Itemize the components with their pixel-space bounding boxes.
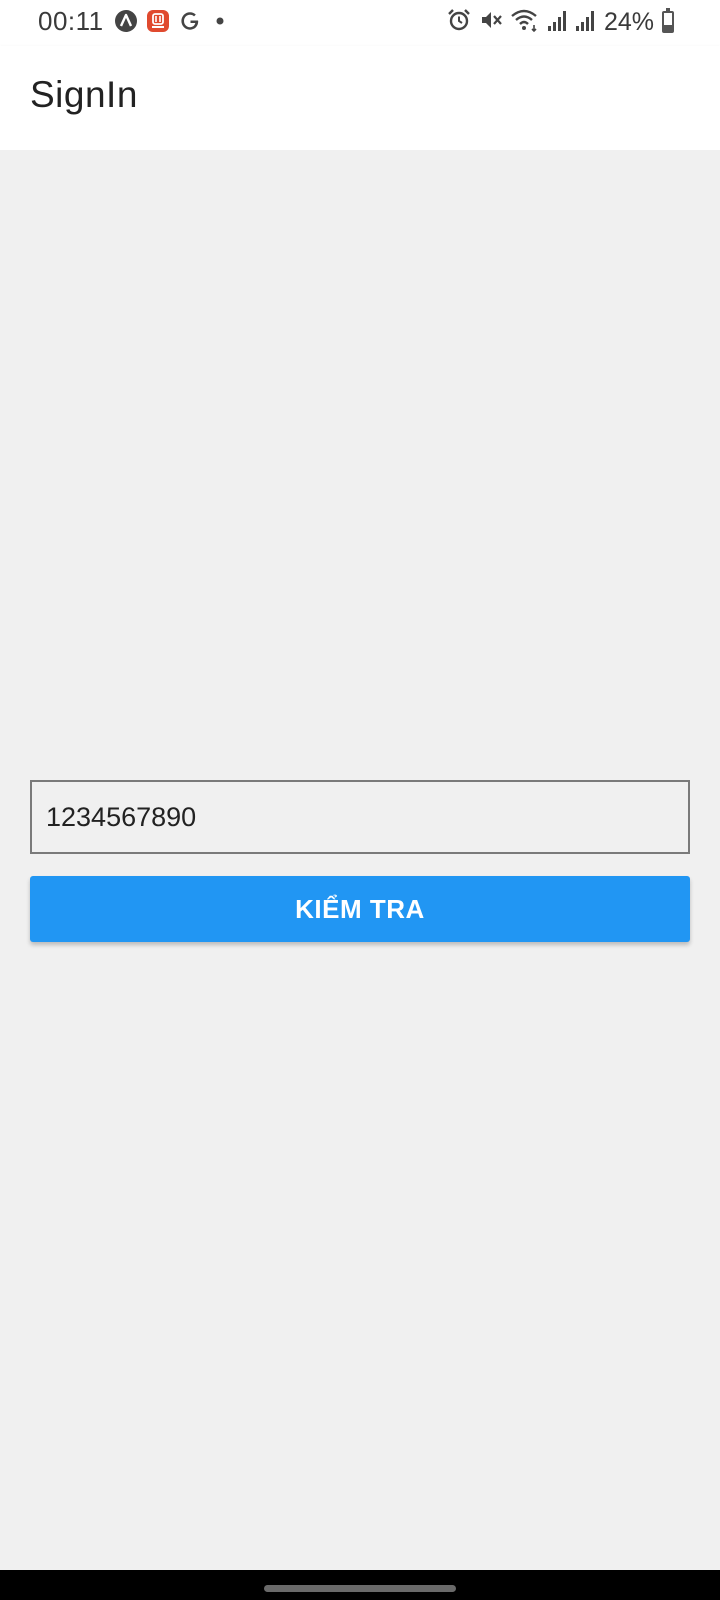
page-title: SignIn: [30, 74, 138, 115]
check-button[interactable]: KIỂM TRA: [30, 876, 690, 942]
battery-percent: 24%: [603, 7, 654, 36]
mute-icon: [478, 7, 504, 38]
wifi-icon: [510, 7, 540, 38]
battery-icon: [662, 8, 674, 33]
app-bar: SignIn: [0, 46, 720, 150]
system-status-icons: 24%: [446, 6, 674, 38]
alarm-icon: [446, 7, 472, 38]
navigation-bar: [0, 1570, 720, 1600]
notification-dot-icon: [210, 9, 230, 38]
restaurant-app-icon: [146, 9, 170, 38]
home-gesture-handle[interactable]: [264, 1585, 456, 1592]
notification-icons: [114, 9, 230, 38]
signal-icon-1: [546, 7, 568, 38]
signal-icon-2: [574, 7, 596, 38]
status-bar: 00:11 24%: [0, 0, 720, 46]
status-time: 00:11: [38, 6, 104, 36]
main-content: KIỂM TRA: [0, 150, 720, 1570]
google-icon: [178, 9, 202, 38]
phone-input[interactable]: [30, 780, 690, 854]
astra-app-icon: [114, 9, 138, 38]
